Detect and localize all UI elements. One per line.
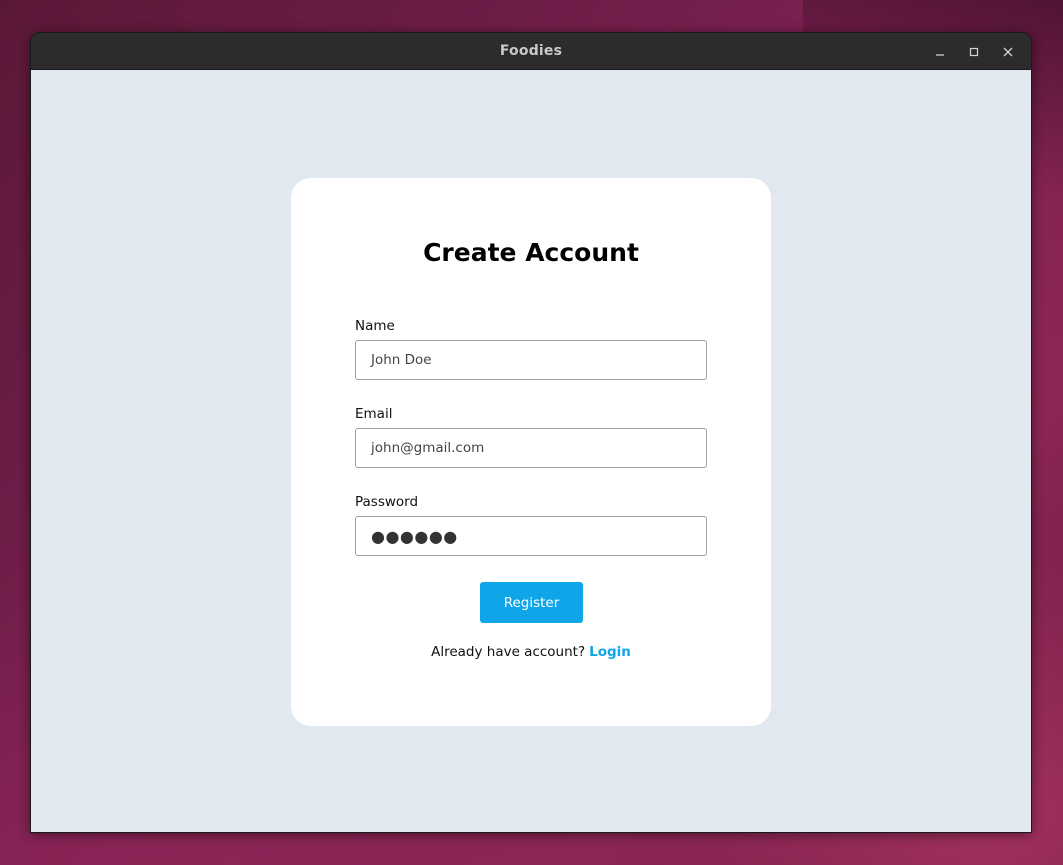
login-prompt: Already have account? Login [291,644,771,660]
password-field: Password ●●●●●● [355,492,707,556]
close-icon[interactable] [991,37,1025,67]
register-card: Create Account Name John Doe Email john@… [291,178,771,726]
email-field: Email john@gmail.com [355,404,707,468]
minimize-icon[interactable] [923,37,957,67]
password-mask: ●●●●●● [371,526,458,546]
password-input[interactable]: ●●●●●● [355,516,707,556]
window-title: Foodies [499,43,563,59]
name-field: Name John Doe [355,316,707,380]
name-label: Name [355,318,395,334]
login-link[interactable]: Login [589,644,631,660]
page-title: Create Account [423,238,639,267]
maximize-icon[interactable] [957,37,991,67]
titlebar[interactable]: Foodies [31,33,1031,70]
password-label: Password [355,494,419,510]
email-input[interactable]: john@gmail.com [355,428,707,468]
email-label: Email [355,406,393,422]
login-prompt-text: Already have account? [431,644,586,660]
register-button[interactable]: Register [480,582,583,623]
window-controls [923,33,1025,70]
app-window: Foodies Create Account Name John Doe Ema… [30,32,1032,833]
name-input[interactable]: John Doe [355,340,707,380]
app-content: Create Account Name John Doe Email john@… [31,70,1031,832]
